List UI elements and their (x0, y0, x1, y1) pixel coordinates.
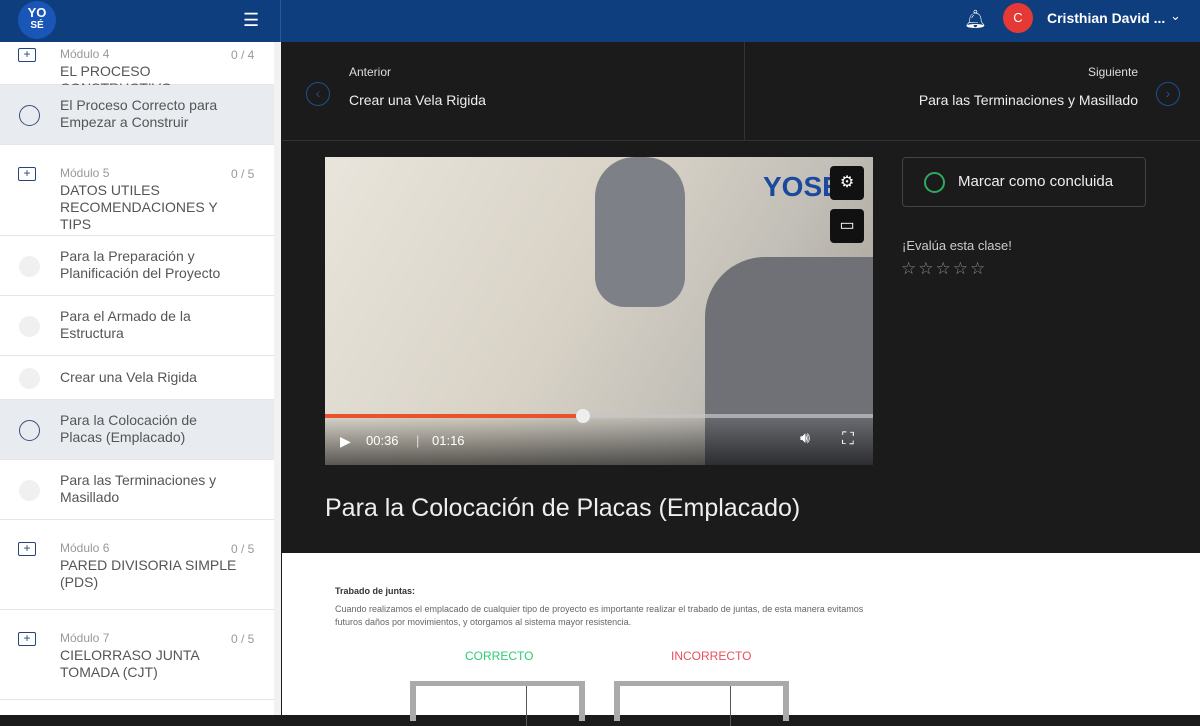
rate-prompt: ¡Evalúa esta clase! (902, 238, 1012, 253)
volume-icon[interactable]: 🔊︎ (800, 430, 810, 448)
folder-plus-icon: + (18, 542, 36, 556)
course-sidebar: + 0 / 4 Módulo 4EL PROCESO CONSTRUCTIVO … (0, 42, 281, 715)
sidebar-lesson[interactable]: Para la Colocación de Placas (Emplacado) (0, 400, 274, 460)
star-icon[interactable]: ☆ (936, 259, 953, 278)
next-label: Siguiente (1087, 65, 1138, 79)
prev-label: Anterior (349, 65, 392, 79)
lesson-content: Trabado de juntas: Cuando realizamos el … (282, 553, 1200, 726)
lesson-navigation: ‹ Anterior Crear una Vela Rigida Siguien… (282, 42, 1200, 141)
star-rating[interactable]: ☆☆☆☆☆ (901, 259, 987, 279)
module-label: Módulo 4 (60, 47, 110, 61)
lesson-status-circle-icon (19, 367, 40, 389)
video-progress-bar[interactable] (325, 409, 873, 423)
lesson-title: Crear una Vela Rigida (60, 369, 197, 385)
lesson-title: Para las Terminaciones y Masillado (60, 472, 217, 505)
header-brand-area: YO SÉ ☰ (0, 0, 281, 42)
next-lesson-link[interactable]: Para las Terminaciones y Masillado (919, 92, 1138, 108)
sidebar-lesson[interactable]: Crear una Vela Rigida (0, 356, 274, 400)
lesson-title: El Proceso Correcto para Empezar a Const… (60, 97, 218, 130)
lesson-status-circle-icon (19, 255, 40, 277)
star-icon[interactable]: ☆ (970, 259, 987, 278)
divider (744, 42, 745, 140)
prev-lesson-link[interactable]: Crear una Vela Rigida (349, 92, 486, 108)
settings-gear-icon[interactable]: ⚙ (830, 166, 864, 200)
logo[interactable]: YO SÉ (18, 1, 56, 39)
time-separator: | (416, 433, 420, 448)
lesson-status-circle-icon (19, 104, 40, 126)
sidebar-lesson[interactable]: Para la Preparación y Planificación del … (0, 236, 274, 296)
progress-handle[interactable] (575, 409, 590, 423)
module-title: PARED DIVISORIA SIMPLE (PDS) (60, 557, 237, 590)
lesson-title: Para la Preparación y Planificación del … (60, 248, 221, 281)
sidebar-module[interactable]: + 0 / 4 Módulo 4EL PROCESO CONSTRUCTIVO (0, 42, 274, 96)
folder-plus-icon: + (18, 167, 36, 181)
mark-complete-button[interactable]: Marcar como concluida (902, 157, 1146, 207)
incorrect-label: INCORRECTO (671, 649, 752, 663)
sidebar-module[interactable]: + 0 / 5 Módulo 5 DATOS UTILES RECOMENDACI… (0, 145, 274, 236)
next-lesson-button[interactable]: › (1156, 82, 1180, 106)
sidebar-module[interactable]: + 0 / 5 Módulo 6 PARED DIVISORIA SIMPLE (… (0, 520, 274, 610)
video-player[interactable]: YOSÉ ⚙ ▭ ▶ 00:36 | 01:16 🔊︎ ⛶ (325, 157, 873, 465)
user-name[interactable]: Cristhian David ... (1047, 10, 1165, 26)
check-circle-icon (924, 172, 945, 193)
module-label: Módulo 7 (60, 631, 110, 645)
star-icon[interactable]: ☆ (901, 259, 918, 278)
lesson-status-circle-icon (19, 315, 40, 337)
mark-complete-label: Marcar como concluida (958, 173, 1114, 190)
video-frame-hand (595, 157, 685, 307)
module-label: Módulo 6 (60, 541, 110, 555)
previous-lesson-button[interactable]: ‹ (306, 82, 330, 106)
lesson-title: Para la Colocación de Placas (Emplacado) (325, 494, 801, 522)
current-time: 00:36 (366, 433, 399, 448)
star-icon[interactable]: ☆ (953, 259, 970, 278)
sidebar-lesson[interactable]: Para las Terminaciones y Masillado (0, 460, 274, 520)
correct-label: CORRECTO (465, 649, 534, 663)
module-title: CIELORRASO JUNTA TOMADA (CJT) (60, 647, 199, 680)
diagram-incorrect (614, 681, 789, 726)
sidebar-module[interactable]: + 0 / 5 Módulo 7 CIELORRASO JUNTA TOMADA … (0, 610, 274, 700)
content-heading: Trabado de juntas: (335, 586, 416, 596)
play-icon[interactable]: ▶ (340, 433, 351, 450)
comment-icon[interactable]: ▭ (830, 209, 864, 243)
sidebar-lesson[interactable]: Para el Armado de la Estructura (0, 296, 274, 356)
video-controls (325, 413, 873, 465)
avatar[interactable]: C (1003, 3, 1033, 33)
top-header: YO SÉ ☰ 🔔︎ C Cristhian David ... ⌄ (0, 0, 1200, 42)
folder-plus-icon: + (18, 632, 36, 646)
module-label: Módulo 5 (60, 166, 110, 180)
diagram-correct (410, 681, 585, 726)
folder-plus-icon: + (18, 48, 36, 62)
lesson-title: Para la Colocación de Placas (Emplacado) (60, 412, 197, 445)
bell-icon[interactable]: 🔔︎ (964, 9, 987, 30)
sidebar-lesson[interactable]: El Proceso Correcto para Empezar a Const… (0, 85, 274, 145)
chevron-down-icon[interactable]: ⌄ (1170, 8, 1181, 24)
sidebar-scrollbar[interactable] (274, 435, 280, 715)
star-icon[interactable]: ☆ (918, 259, 935, 278)
lesson-title: Para el Armado de la Estructura (60, 308, 191, 341)
duration: 01:16 (432, 433, 465, 448)
lesson-status-circle-icon (19, 419, 40, 441)
menu-icon[interactable]: ☰ (243, 10, 259, 31)
lesson-status-circle-icon (19, 479, 40, 501)
fullscreen-icon[interactable]: ⛶ (842, 429, 854, 449)
module-title: DATOS UTILES RECOMENDACIONES Y TIPS (60, 182, 218, 232)
content-paragraph: Cuando realizamos el emplacado de cualqu… (335, 604, 864, 627)
